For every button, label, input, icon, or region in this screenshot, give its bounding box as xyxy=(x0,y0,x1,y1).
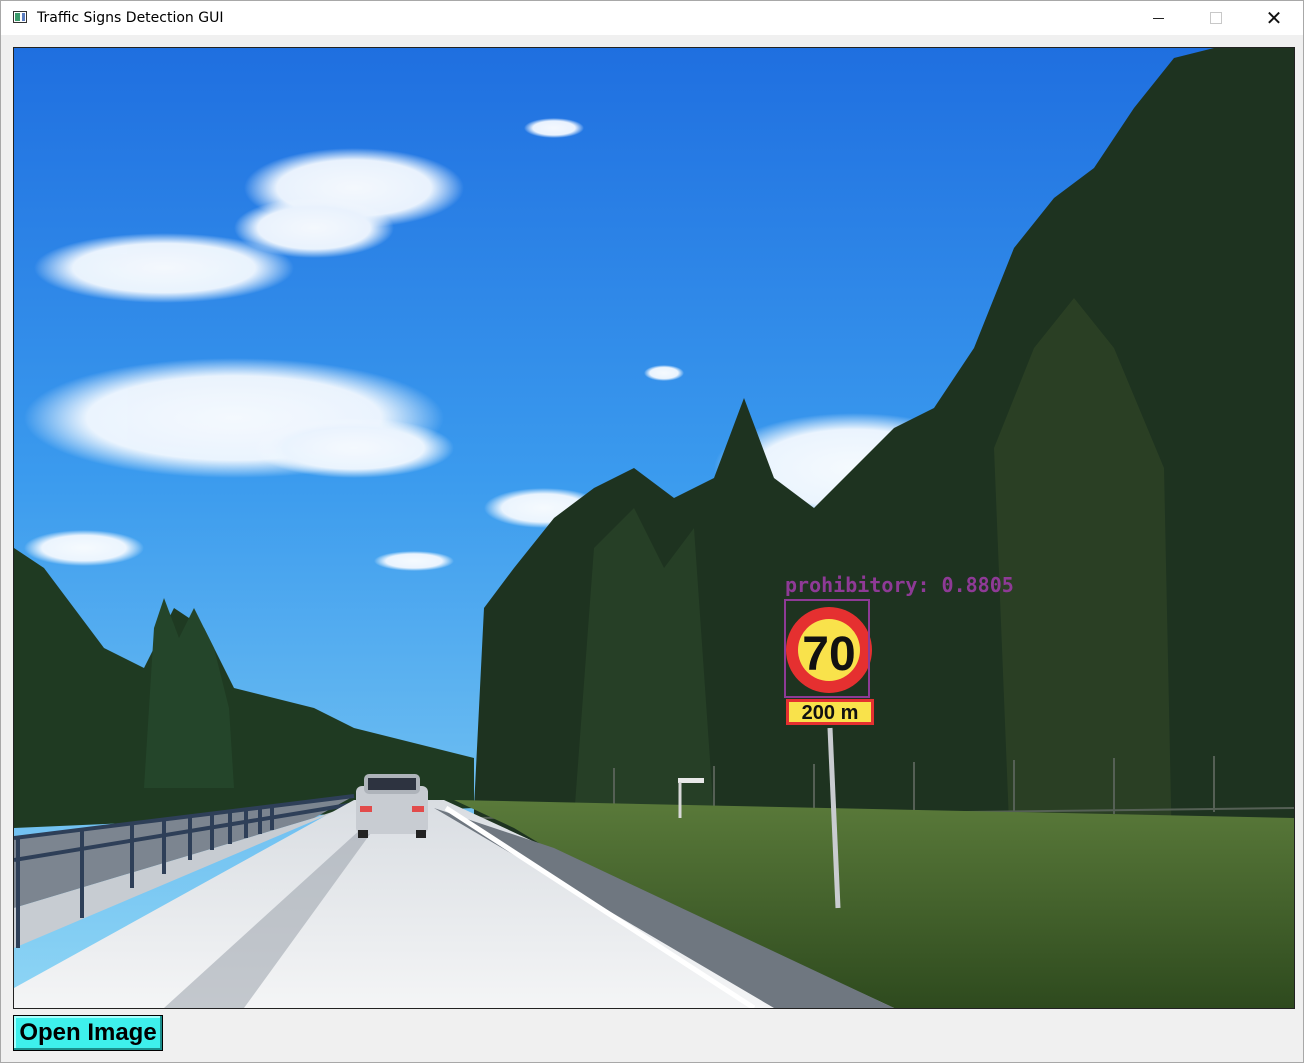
car xyxy=(356,774,428,838)
image-display: 70 200 m prohibitory: 0.8805 xyxy=(13,47,1295,1009)
sign-number: 70 xyxy=(802,628,855,681)
maximize-button[interactable] xyxy=(1187,1,1245,35)
window-title: Traffic Signs Detection GUI xyxy=(37,10,224,26)
minimize-button[interactable] xyxy=(1129,1,1187,35)
speed-limit-sign: 70 200 m xyxy=(786,607,874,725)
minimize-icon xyxy=(1152,17,1164,19)
close-icon: ✕ xyxy=(1265,6,1283,30)
close-button[interactable]: ✕ xyxy=(1245,1,1303,35)
app-window-icon xyxy=(13,11,27,23)
road-scene-image: 70 200 m prohibitory: 0.8805 xyxy=(14,48,1294,1008)
maximize-icon xyxy=(1210,12,1222,24)
app-window: Traffic Signs Detection GUI ✕ 70 200 m p… xyxy=(0,0,1304,1063)
detection-label: prohibitory: 0.8805 xyxy=(785,573,1014,597)
sign-plate: 200 m xyxy=(802,702,859,724)
title-bar[interactable]: Traffic Signs Detection GUI ✕ xyxy=(1,1,1303,35)
open-image-button[interactable]: Open Image xyxy=(13,1015,163,1051)
